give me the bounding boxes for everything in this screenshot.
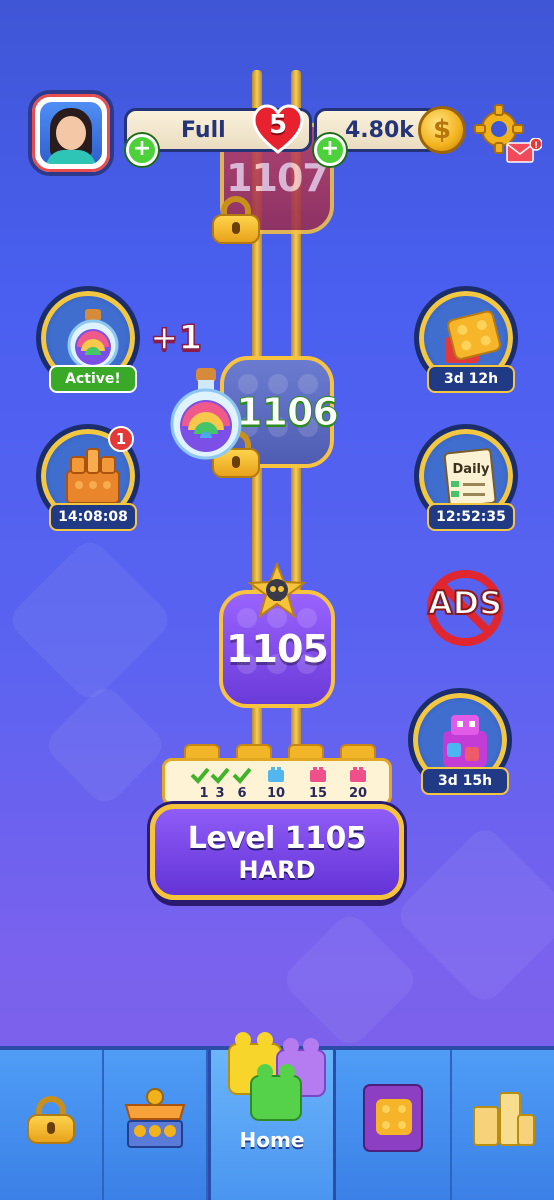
buy-coins-button[interactable]: + [314, 134, 346, 166]
skull-star-icon [247, 562, 307, 619]
coin-icon: $ [418, 106, 466, 154]
play-level-button[interactable]: Level 1105 HARD [150, 804, 404, 900]
brick-icon [445, 310, 501, 363]
no-ads-button[interactable]: ADS [420, 570, 510, 646]
check-mark-icon [190, 767, 210, 784]
shop-stall-icon [124, 1088, 186, 1148]
potion-status-label: Active! [49, 365, 137, 393]
album-book-icon [363, 1084, 423, 1152]
nav-home-label: Home [239, 1128, 305, 1152]
level-difficulty: HARD [238, 855, 316, 884]
lock-icon [212, 196, 260, 244]
milestone-label: 6 [237, 786, 247, 801]
castle-timer: 14:08:08 [49, 503, 137, 531]
buildings-icon [473, 1092, 535, 1146]
level-title: Level 1105 [187, 820, 367, 856]
avatar-portrait [40, 102, 102, 164]
notification-badge: 1 [108, 426, 134, 452]
home-blocks-icon [228, 1032, 326, 1121]
castle-icon [66, 448, 120, 504]
lives-status: Full [181, 117, 226, 143]
daily-notepad-icon: Daily [443, 448, 497, 508]
background-decoration [5, 535, 175, 705]
floating-potion-icon [170, 368, 242, 460]
level-node-number: 1105 [226, 627, 329, 671]
daily-timer: 12:52:35 [427, 503, 515, 531]
level-node-number: 1106 [236, 390, 340, 435]
nav-shop-tab[interactable] [104, 1050, 208, 1200]
coins-amount: 4.80k [345, 117, 414, 143]
lock-icon [27, 1096, 75, 1144]
robot-blocks-icon [443, 715, 487, 767]
no-ads-label: ADS [427, 583, 503, 623]
check-mark-icon [232, 767, 252, 784]
milestone-label: 15 [308, 786, 328, 801]
robot-event-timer: 3d 15h [421, 767, 509, 795]
svg-text:!: ! [534, 141, 538, 151]
level-node-number: 1107 [226, 156, 329, 200]
mail-icon[interactable]: ! [506, 138, 542, 164]
daily-text: Daily [453, 462, 490, 477]
potion-bonus: +1 [149, 317, 203, 359]
rainbow-potion-booster[interactable]: Active! [36, 286, 140, 393]
pink-block-icon [350, 767, 366, 782]
nav-locked-tab[interactable] [0, 1050, 104, 1200]
daily-tasks-button[interactable]: Daily 12:52:35 [414, 424, 518, 531]
add-lives-button[interactable]: + [126, 134, 158, 166]
nav-home-tab[interactable]: Home [208, 1032, 336, 1200]
background-decoration [393, 823, 554, 1007]
nav-collection-tab[interactable] [336, 1050, 452, 1200]
bottom-navigation: Home [0, 1032, 554, 1200]
milestone-label: 10 [266, 786, 286, 801]
level-progress-strip: 1 3 6 10 15 20 [162, 744, 392, 808]
brick-offer-button[interactable]: 3d 12h [414, 286, 518, 393]
nav-buildings-tab[interactable] [452, 1050, 554, 1200]
potion-icon [67, 309, 119, 371]
player-avatar[interactable] [28, 90, 114, 176]
brick-offer-timer: 3d 12h [427, 365, 515, 393]
lives-count: 5 [268, 110, 288, 140]
robot-event-button[interactable]: 3d 15h [408, 688, 512, 795]
pink-block-icon [310, 767, 326, 782]
background-decoration [41, 681, 169, 809]
milestone-label: 20 [348, 786, 368, 801]
check-mark-icon [210, 767, 230, 784]
blue-block-icon [268, 767, 284, 782]
